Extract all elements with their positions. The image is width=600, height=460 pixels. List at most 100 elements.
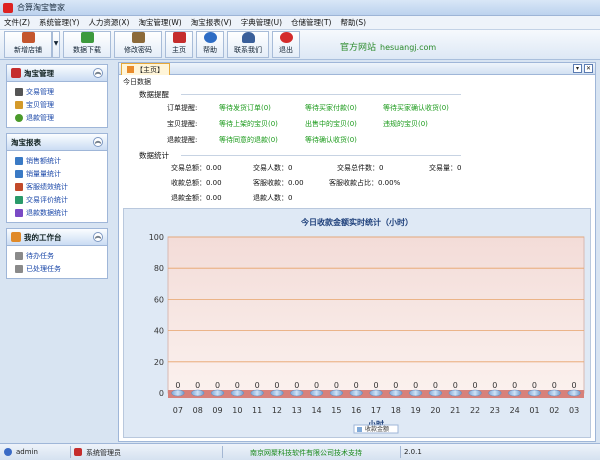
task-icon (15, 251, 23, 260)
toolbar: 新增店铺 ▼ 数据下载 修改密码 主页 帮助 联系我们 退出 (0, 30, 600, 60)
link-pending-pay[interactable]: 等待买家付款(0) (305, 103, 357, 113)
change-password-button[interactable]: 修改密码 (114, 31, 162, 58)
bar (508, 389, 522, 397)
data-label: 0 (294, 381, 299, 390)
x-tick-label: 15 (331, 406, 341, 415)
status-company: 南京网聚科技软件有限公司技术支持 (250, 449, 362, 457)
collapse-icon[interactable]: ︽ (93, 137, 103, 147)
tab-home[interactable]: 【主页】 (121, 63, 170, 75)
chart-title: 今日收款金额实时统计（小时） (300, 217, 413, 227)
home-button[interactable]: 主页 (165, 31, 193, 58)
sidebar-item-refund[interactable]: 退款管理 (7, 111, 107, 124)
help-button[interactable]: 帮助 (196, 31, 224, 58)
link-on-sale[interactable]: 出售中的宝贝(0) (305, 119, 357, 129)
role-icon (74, 448, 82, 456)
data-label: 0 (274, 381, 279, 390)
panel-header[interactable]: 我的工作台 ︽ (7, 229, 107, 246)
x-tick-label: 14 (311, 406, 321, 415)
status-role: 系统管理员 (86, 449, 121, 457)
x-tick-label: 24 (510, 406, 520, 415)
data-label: 0 (393, 381, 398, 390)
sidebar-item-service-perf[interactable]: 客服绩效统计 (7, 180, 107, 193)
sidebar-item-review[interactable]: 交易评价统计 (7, 193, 107, 206)
bar (191, 389, 205, 397)
panel-header[interactable]: 淘宝报表 ︽ (7, 134, 107, 151)
exit-button[interactable]: 退出 (272, 31, 300, 58)
plot-area (167, 236, 585, 394)
contact-us-button[interactable]: 联系我们 (227, 31, 269, 58)
menu-reports[interactable]: 淘宝报表(V) (191, 17, 232, 28)
stat-trade-people: 交易人数：0 (253, 164, 293, 172)
sidebar-item-goods[interactable]: 宝贝管理 (7, 98, 107, 111)
data-label: 0 (215, 381, 220, 390)
x-tick-label: 12 (272, 406, 282, 415)
legend-swatch (357, 427, 362, 432)
panel-taobao-reports: 淘宝报表 ︽ 销售额统计 销量量统计 客服绩效统计 交易评价统计 退款数据统计 (6, 133, 108, 223)
sidebar-item-done[interactable]: 已处理任务 (7, 262, 107, 275)
bar (309, 389, 324, 397)
link-pending-list[interactable]: 等待上架的宝贝(0) (219, 119, 278, 129)
x-tick-label: 19 (411, 406, 421, 415)
cart-icon (15, 87, 23, 96)
stat-service-receipt: 客服收款：0.00 (253, 179, 304, 187)
bar (527, 389, 542, 397)
bar (389, 389, 403, 397)
x-tick-label: 20 (430, 406, 440, 415)
add-store-button[interactable]: 新增店铺 (4, 31, 52, 58)
x-tick-label: 02 (549, 406, 559, 415)
data-label: 0 (492, 381, 497, 390)
x-tick-label: 23 (490, 406, 500, 415)
tab-close-button[interactable]: ✕ (584, 64, 593, 73)
collapse-icon[interactable]: ︽ (93, 68, 103, 78)
link-pending-receive[interactable]: 等待确认收货(0) (305, 135, 357, 145)
menu-help[interactable]: 帮助(S) (340, 17, 366, 28)
reminders-header: 数据提醒 (139, 90, 169, 99)
sidebar-item-trade[interactable]: 交易管理 (7, 85, 107, 98)
chart-canvas: 今日收款金额实时统计（小时）02040608010000700800901001… (124, 209, 590, 437)
menu-taobao[interactable]: 淘宝管理(W) (138, 17, 181, 28)
link-violation[interactable]: 违规的宝贝(0) (383, 119, 428, 129)
status-user: admin (16, 448, 38, 456)
official-site-link[interactable]: 官方网站 hesuangj.com (340, 40, 436, 53)
x-tick-label: 17 (371, 406, 381, 415)
bar (171, 389, 185, 397)
data-label: 0 (235, 381, 240, 390)
data-label: 0 (453, 381, 458, 390)
help-icon (203, 32, 217, 43)
data-label: 0 (255, 381, 260, 390)
menu-warehouse[interactable]: 仓储管理(T) (291, 17, 331, 28)
link-pending-confirm[interactable]: 等待买家确认收货(0) (383, 103, 449, 113)
stats-header: 数据统计 (139, 151, 169, 160)
x-tick-label: 01 (529, 406, 539, 415)
link-pending-refund[interactable]: 等待同意的退款(0) (219, 135, 278, 145)
data-label: 0 (552, 381, 557, 390)
bar (409, 389, 423, 397)
item-reminder-label: 宝贝提醒: (167, 120, 198, 128)
sidebar-item-todo[interactable]: 待办任务 (7, 249, 107, 262)
sidebar-item-sales-volume[interactable]: 销量量统计 (7, 167, 107, 180)
x-tick-label: 18 (391, 406, 401, 415)
divider (181, 94, 461, 95)
sidebar-item-sales-amount[interactable]: 销售额统计 (7, 154, 107, 167)
x-tick-label: 08 (193, 406, 203, 415)
sidebar-item-refund-stats[interactable]: 退款数据统计 (7, 206, 107, 219)
panel-header[interactable]: 淘宝管理 ︽ (7, 65, 107, 82)
refund-reminder-label: 退款提醒: (167, 136, 198, 144)
collapse-icon[interactable]: ︽ (93, 232, 103, 242)
tab-list-button[interactable]: ▾ (573, 64, 582, 73)
menu-hr[interactable]: 人力资源(X) (88, 17, 129, 28)
data-label: 0 (354, 381, 359, 390)
menu-bar: 文件(Z) 系统管理(Y) 人力资源(X) 淘宝管理(W) 淘宝报表(V) 字典… (0, 16, 600, 30)
link-pending-ship[interactable]: 等待发货订单(0) (219, 103, 271, 113)
menu-dictionary[interactable]: 字典管理(U) (241, 17, 282, 28)
menu-file[interactable]: 文件(Z) (4, 17, 30, 28)
stat-trade-total: 交易总额：0.00 (171, 164, 222, 172)
data-download-button[interactable]: 数据下载 (63, 31, 111, 58)
add-store-dropdown[interactable]: ▼ (52, 31, 60, 58)
chart-icon (15, 195, 23, 204)
x-tick-label: 10 (232, 406, 242, 415)
menu-system[interactable]: 系统管理(Y) (39, 17, 79, 28)
main-content: 【主页】 ▾ ✕ 今日数据 数据提醒 订单提醒: 等待发货订单(0) 等待买家付… (118, 62, 596, 442)
data-label: 0 (532, 381, 537, 390)
title-bar: 合算淘宝管家 (0, 0, 600, 16)
